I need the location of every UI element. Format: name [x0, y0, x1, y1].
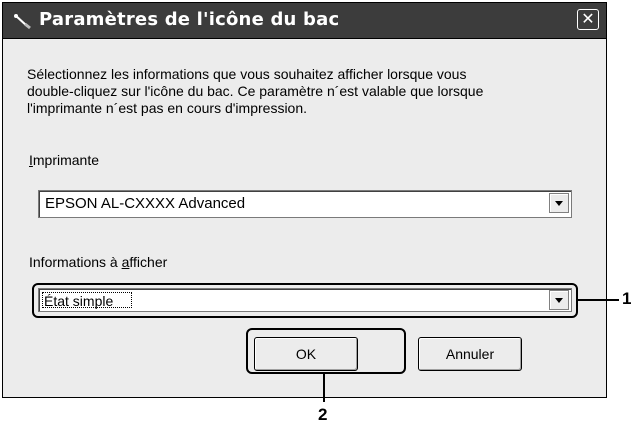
description-text: Sélectionnez les informations que vous s…	[27, 66, 484, 116]
callout-1-line	[578, 299, 619, 301]
printer-tray-icon	[14, 14, 31, 30]
callout-2-number: 2	[318, 405, 328, 424]
callout-1-box	[32, 283, 578, 318]
info-label-post: fficher	[129, 254, 168, 270]
printer-select-value: EPSON AL-CXXXX Advanced	[45, 195, 246, 212]
printer-label: Imprimante	[29, 152, 99, 169]
dialog-title: Paramètres de l'icône du bac	[39, 9, 340, 30]
printer-label-text: mprimante	[32, 152, 100, 168]
info-label-pre: Informations à	[29, 254, 122, 270]
callout-1-number: 1	[622, 289, 632, 308]
callout-2-box	[246, 328, 406, 374]
callout-2-line	[323, 374, 325, 402]
title-bar: Paramètres de l'icône du bac ✕	[3, 3, 606, 39]
close-button[interactable]: ✕	[577, 9, 599, 30]
chevron-down-icon[interactable]	[549, 193, 569, 213]
cancel-button[interactable]: Annuler	[418, 337, 522, 371]
info-label: Informations à afficher	[29, 254, 167, 271]
printer-select[interactable]: EPSON AL-CXXXX Advanced	[38, 190, 572, 218]
